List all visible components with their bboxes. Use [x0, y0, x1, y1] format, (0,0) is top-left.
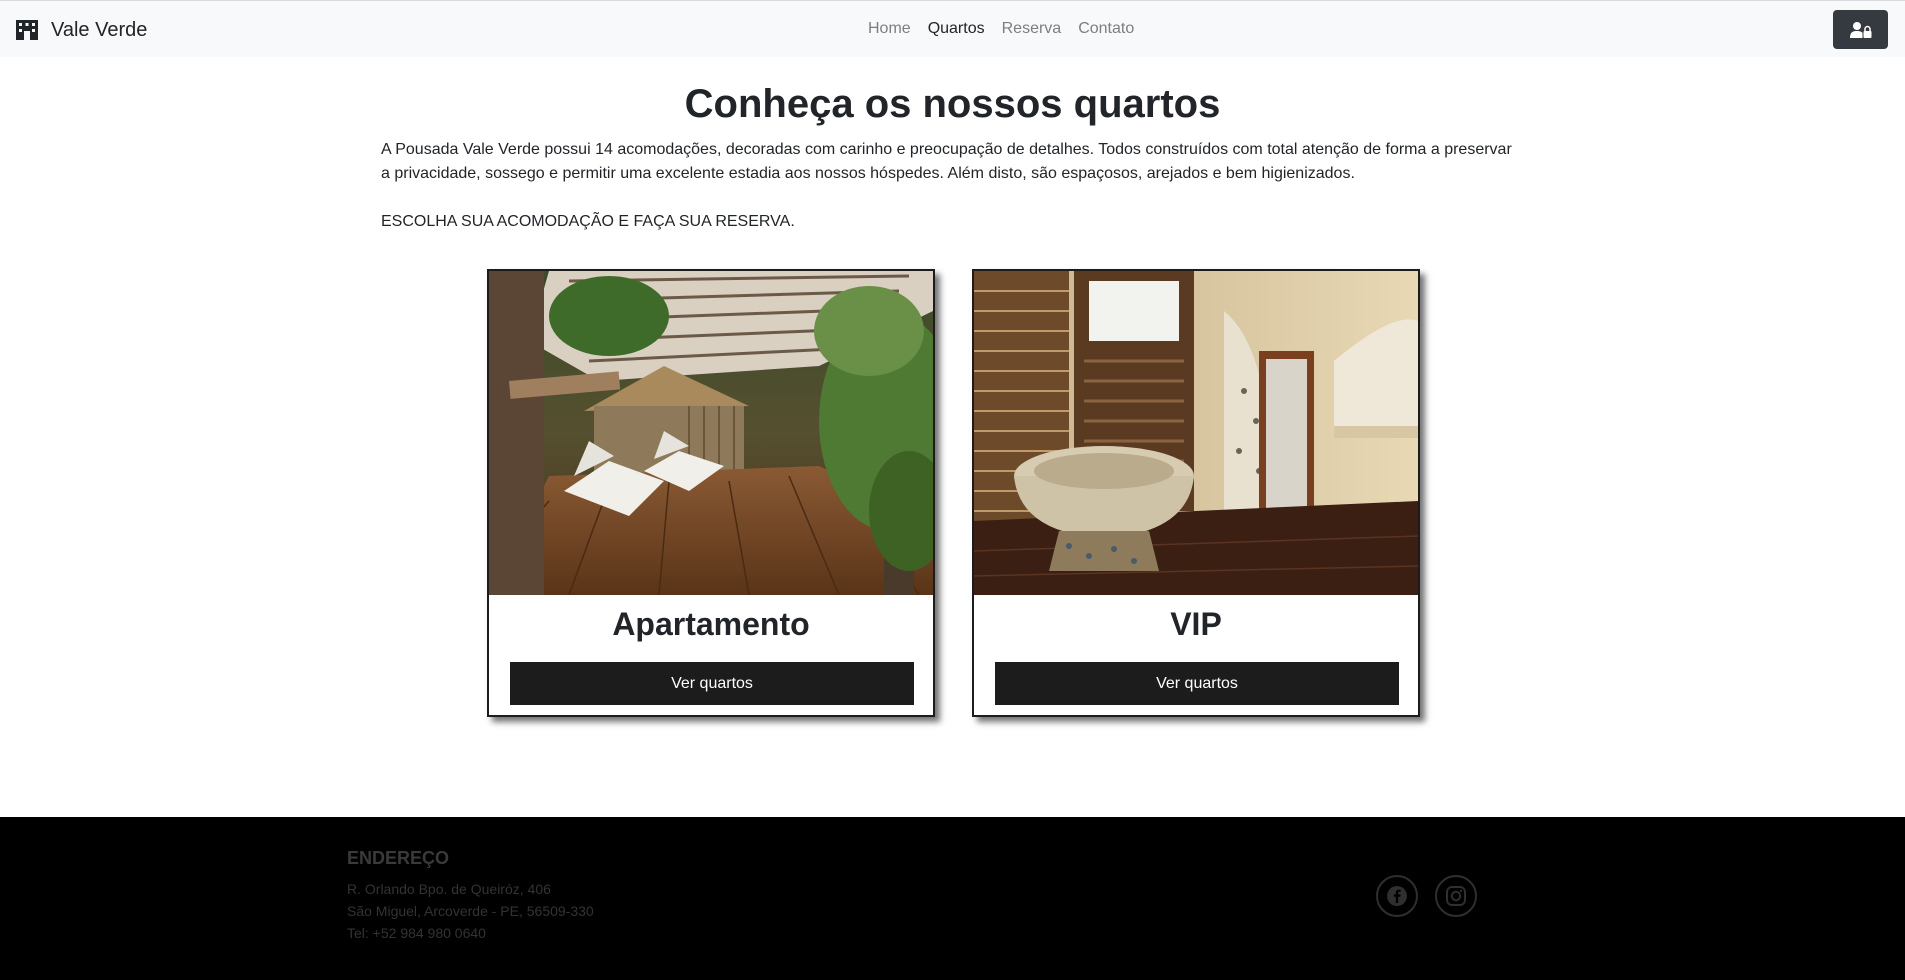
- brand-name: Vale Verde: [51, 18, 148, 41]
- footer-phone: Tel: +52 984 980 0640: [347, 925, 486, 941]
- login-button[interactable]: [1833, 10, 1888, 49]
- brand-link[interactable]: Vale Verde: [15, 16, 147, 44]
- room-photo-vip: [974, 271, 1418, 595]
- room-photo-apartamento: [489, 271, 933, 595]
- navbar: Vale Verde Home Quartos Reserva Contato: [0, 0, 1905, 57]
- ver-quartos-vip-button[interactable]: Ver quartos: [995, 662, 1399, 705]
- room-card-vip: VIP Ver quartos: [972, 269, 1420, 717]
- page-title: Conheça os nossos quartos: [684, 82, 1221, 126]
- footer-address-heading: ENDEREÇO: [347, 848, 450, 868]
- intro-description: A Pousada Vale Verde possui 14 acomodaçõ…: [381, 141, 1512, 182]
- main-nav: Home Quartos Reserva Contato: [868, 20, 1151, 38]
- footer: ENDEREÇO R. Orlando Bpo. de Queiróz, 406…: [0, 817, 1905, 980]
- room-card-apartamento: Apartamento Ver quartos: [487, 269, 935, 717]
- ver-quartos-apartamento-button[interactable]: Ver quartos: [510, 662, 914, 705]
- hotel-icon: [16, 20, 38, 40]
- room-title-vip: VIP: [1170, 606, 1222, 642]
- intro-cta: ESCOLHA SUA ACOMODAÇÃO E FAÇA SUA RESERV…: [381, 213, 795, 230]
- room-title-apartamento: Apartamento: [612, 606, 810, 642]
- facebook-icon: [1387, 886, 1407, 906]
- nav-link-reserva[interactable]: Reserva: [1002, 20, 1062, 38]
- facebook-link[interactable]: [1376, 875, 1418, 917]
- nav-link-quartos[interactable]: Quartos: [928, 20, 985, 38]
- footer-address-line2: São Miguel, Arcoverde - PE, 56509-330: [347, 903, 594, 919]
- instagram-link[interactable]: [1435, 875, 1477, 917]
- nav-link-contato[interactable]: Contato: [1078, 20, 1134, 38]
- nav-link-home[interactable]: Home: [868, 20, 911, 38]
- footer-address-line1: R. Orlando Bpo. de Queiróz, 406: [347, 881, 551, 897]
- user-lock-icon: [1849, 21, 1871, 38]
- instagram-icon: [1446, 886, 1466, 906]
